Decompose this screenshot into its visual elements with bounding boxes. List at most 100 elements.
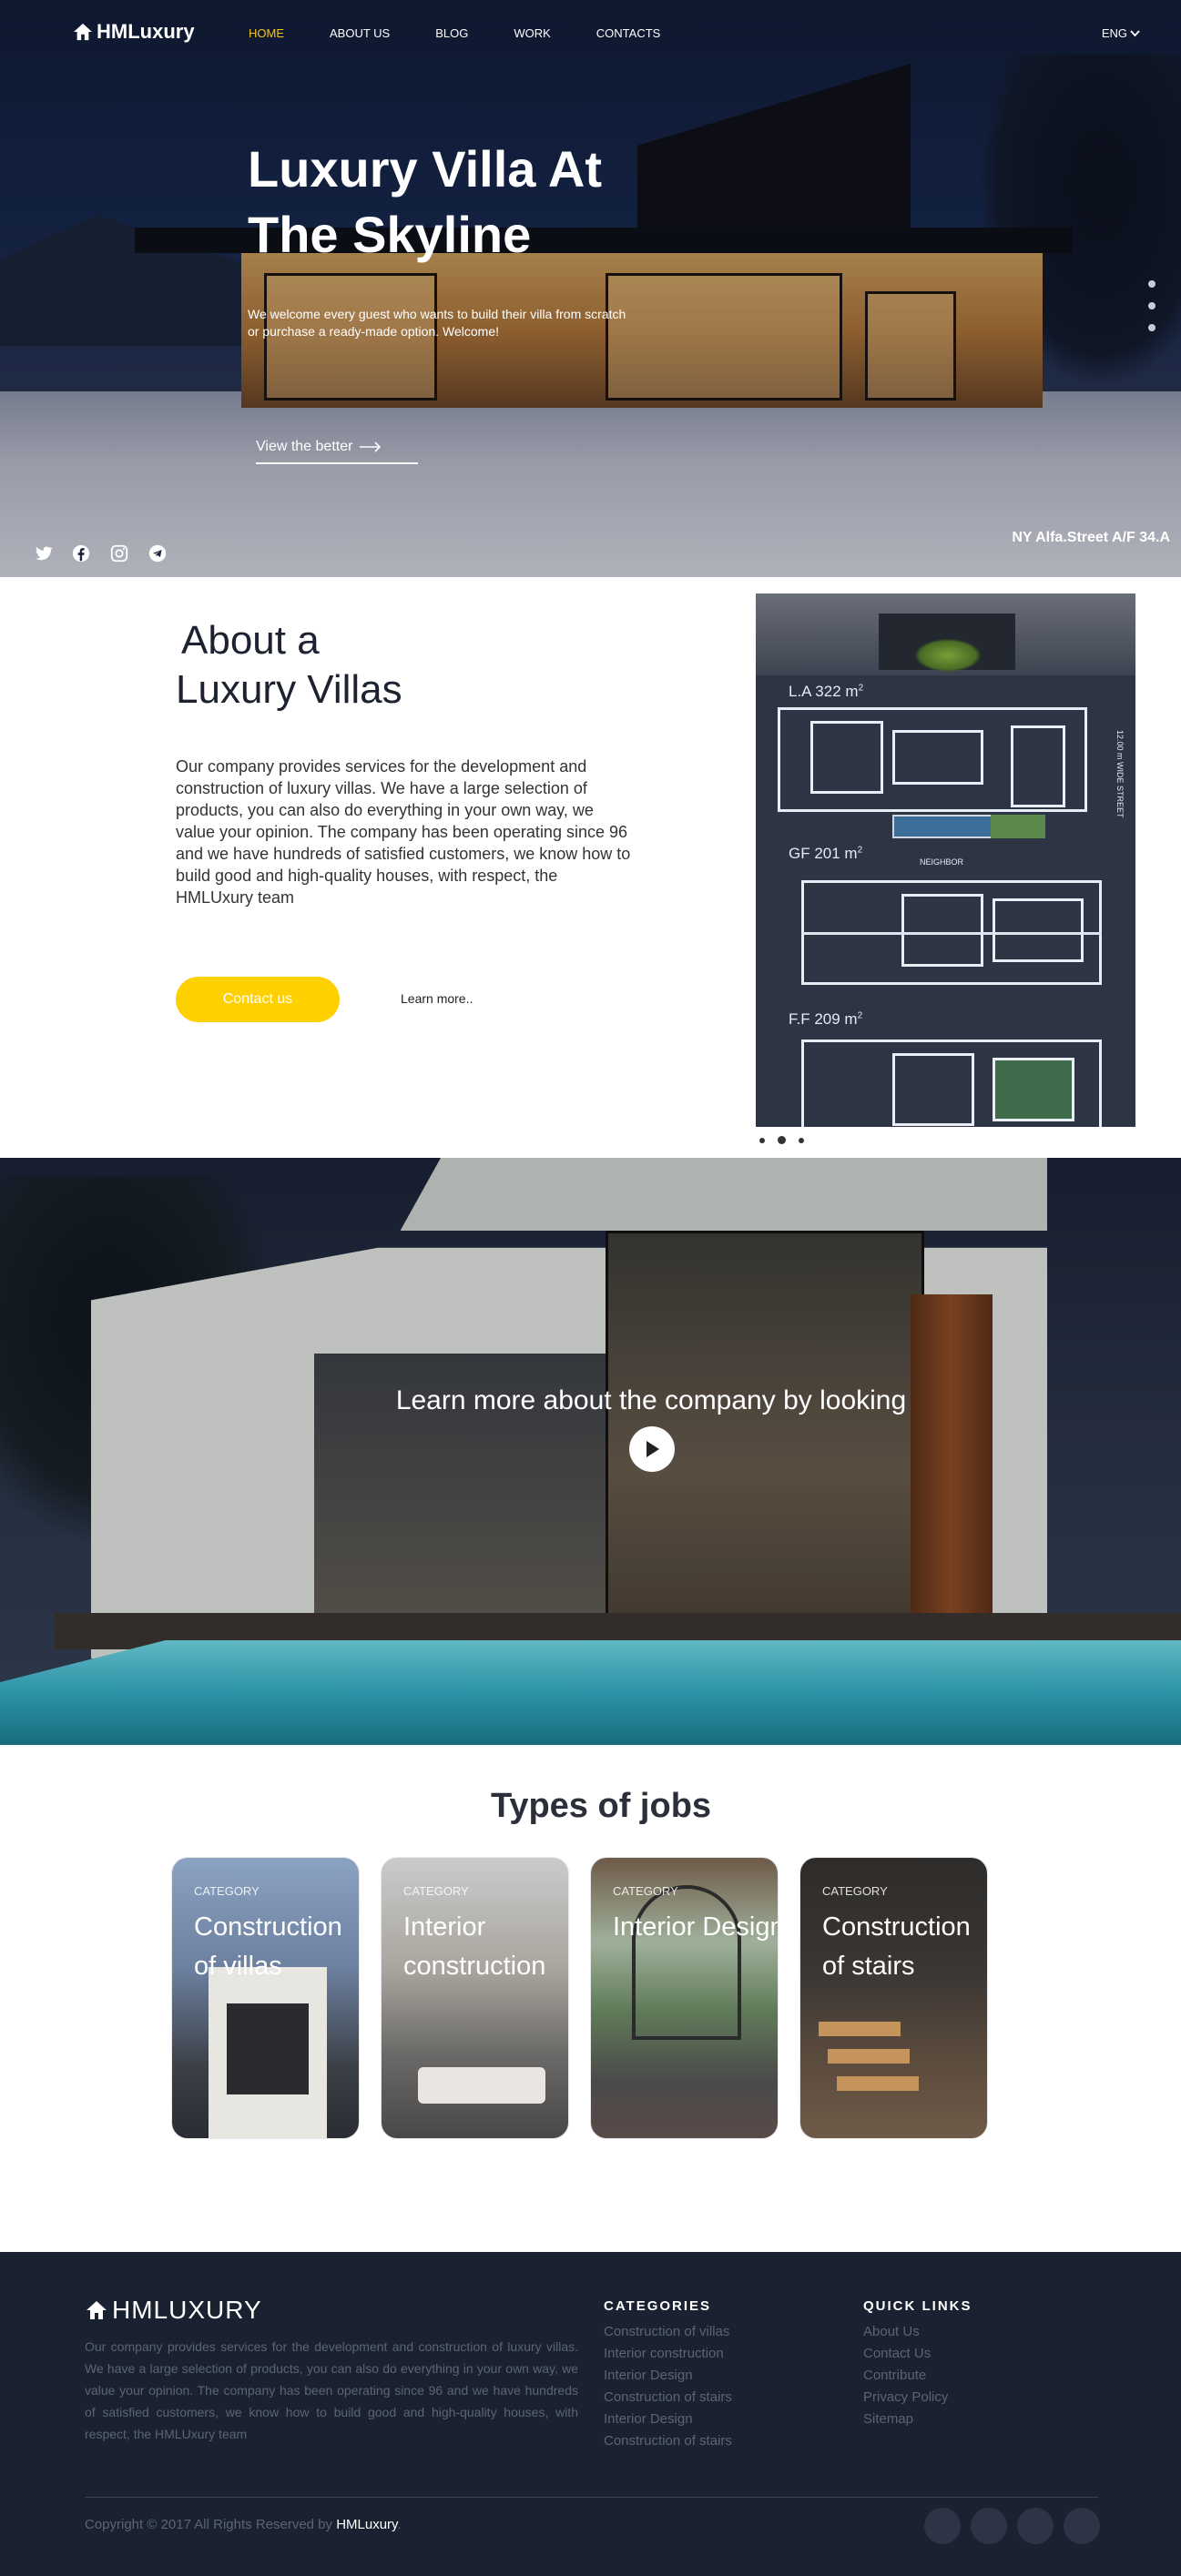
video-title: Learn more about the company by looking <box>395 1385 907 1415</box>
plan-label-ff: F.F 209 m2 <box>789 1010 863 1028</box>
footer-quick-link[interactable]: Contact Us <box>863 2343 948 2365</box>
job-card[interactable]: CATEGORY Construction of villas <box>171 1857 360 2139</box>
card-image <box>800 1858 987 2138</box>
plan-room <box>810 721 883 794</box>
job-card[interactable]: CATEGORY Interior Design <box>590 1857 779 2139</box>
card-stair-step <box>819 2022 901 2036</box>
slider-dot[interactable] <box>1148 280 1156 288</box>
slider-dot[interactable] <box>799 1137 804 1143</box>
card-building-window <box>227 2003 309 2094</box>
hero-title: Luxury Villa At The Skyline <box>248 137 794 268</box>
learn-more-link[interactable]: Learn more.. <box>401 991 473 1006</box>
floor-plan-image: L.A 322 m2 GF 201 m2 NEIGHBOR 12.00 m WI… <box>756 593 1135 1127</box>
footer-social-icon[interactable] <box>924 2508 961 2544</box>
card-category: CATEGORY <box>822 1884 888 1898</box>
slider-dot[interactable] <box>1148 324 1156 331</box>
copyright-end: . <box>397 2517 402 2532</box>
slider-dot[interactable] <box>778 1136 786 1144</box>
telegram-icon[interactable] <box>148 543 168 563</box>
hero-address: NY Alfa.Street A/F 34.A <box>1012 530 1170 545</box>
plan-slider-dots <box>759 1136 804 1144</box>
footer-category-link[interactable]: Interior construction <box>604 2343 732 2365</box>
hero-subtitle: We welcome every guest who wants to buil… <box>248 306 703 340</box>
card-stair-step <box>837 2076 919 2091</box>
copyright: Copyright © 2017 All Rights Reserved by … <box>85 2517 402 2532</box>
footer-category-link[interactable]: Construction of stairs <box>604 2387 732 2409</box>
nav-work[interactable]: WORK <box>514 26 550 40</box>
card-category: CATEGORY <box>613 1884 678 1898</box>
slider-dot[interactable] <box>1148 302 1156 309</box>
main-menu: HOME ABOUT US BLOG WORK CONTACTS <box>249 26 660 40</box>
footer-quick-link[interactable]: About Us <box>863 2321 948 2343</box>
footer-social-icon[interactable] <box>1064 2508 1100 2544</box>
plan-room <box>993 898 1084 962</box>
top-nav: HMLuxury HOME ABOUT US BLOG WORK CONTACT… <box>0 0 1181 69</box>
facebook-icon[interactable] <box>71 543 91 563</box>
hero-section: HMLuxury HOME ABOUT US BLOG WORK CONTACT… <box>0 0 1181 577</box>
hero-title-line1: Luxury Villa At <box>248 140 602 198</box>
slider-dot[interactable] <box>759 1137 765 1143</box>
chevron-down-icon <box>1130 29 1140 36</box>
footer-category-link[interactable]: Construction of villas <box>604 2321 732 2343</box>
plan-room <box>1011 725 1065 807</box>
card-sofa <box>418 2067 545 2104</box>
instagram-icon[interactable] <box>109 543 129 563</box>
about-title: About a Luxury Villas <box>176 616 402 715</box>
job-card[interactable]: CATEGORY Construction of stairs <box>799 1857 988 2139</box>
plan-room <box>901 894 983 967</box>
footer-social-links <box>924 2508 1100 2544</box>
plan-room <box>993 1058 1074 1121</box>
copyright-text: Copyright © 2017 All Rights Reserved by <box>85 2517 333 2532</box>
footer-categories-title: CATEGORIES <box>604 2298 712 2314</box>
plan-pool <box>892 815 993 838</box>
nav-blog[interactable]: BLOG <box>435 26 468 40</box>
plan-wall <box>801 932 1102 935</box>
footer-category-link[interactable]: Interior Design <box>604 2409 732 2430</box>
card-stair-step <box>828 2049 910 2064</box>
card-category: CATEGORY <box>403 1884 469 1898</box>
view-better-button[interactable]: View the better <box>256 439 418 464</box>
twitter-icon[interactable] <box>33 543 53 563</box>
slider-dots <box>1148 280 1156 331</box>
plan-room <box>892 1053 974 1126</box>
footer-social-icon[interactable] <box>1017 2508 1054 2544</box>
footer-divider <box>85 2497 1098 2498</box>
footer-category-link[interactable]: Interior Design <box>604 2365 732 2387</box>
about-text: Our company provides services for the de… <box>176 757 631 907</box>
nav-contacts[interactable]: CONTACTS <box>596 26 661 40</box>
footer-logo-text: HMLUXURY <box>112 2296 262 2324</box>
card-title: Interior construction <box>403 1912 546 1981</box>
card-title: Construction of stairs <box>822 1912 971 1981</box>
footer-social-icon[interactable] <box>971 2508 1007 2544</box>
plan-garden <box>991 815 1045 838</box>
nav-about-us[interactable]: ABOUT US <box>330 26 390 40</box>
arrow-right-icon <box>360 441 382 452</box>
home-icon <box>74 23 92 41</box>
video-overlay <box>0 1158 1181 1745</box>
hero-title-line2: The Skyline <box>248 206 532 263</box>
plan-room <box>892 730 983 785</box>
hero-subtitle-line2: or purchase a ready-made option. Welcome… <box>248 324 499 339</box>
play-button[interactable] <box>629 1426 675 1472</box>
hero-overlay <box>0 0 1181 577</box>
home-icon <box>87 2301 107 2319</box>
logo-text: HMLuxury <box>97 20 195 43</box>
logo[interactable]: HMLuxury <box>73 20 195 44</box>
footer-quick-link[interactable]: Privacy Policy <box>863 2387 948 2409</box>
footer-quick-link[interactable]: Contribute <box>863 2365 948 2387</box>
nav-home[interactable]: HOME <box>249 26 284 40</box>
plan-label-neighbor: NEIGHBOR <box>920 857 964 867</box>
copyright-brand[interactable]: HMLuxury <box>336 2517 397 2532</box>
about-title-line2: Luxury Villas <box>176 667 402 712</box>
plan-plants <box>915 639 981 672</box>
footer-quick-link[interactable]: Sitemap <box>863 2409 948 2430</box>
hero-subtitle-line1: We welcome every guest who wants to buil… <box>248 307 626 321</box>
footer-logo[interactable]: HMLUXURY <box>85 2296 262 2325</box>
plan-label-gf: GF 201 m2 <box>789 845 863 862</box>
card-title: Interior Design <box>613 1912 779 1942</box>
language-selector[interactable]: ENG <box>1102 26 1140 40</box>
footer-category-link[interactable]: Construction of stairs <box>604 2430 732 2452</box>
footer-categories-list: Construction of villas Interior construc… <box>604 2321 732 2452</box>
job-card[interactable]: CATEGORY Interior construction <box>381 1857 569 2139</box>
contact-us-button[interactable]: Contact us <box>176 977 340 1022</box>
